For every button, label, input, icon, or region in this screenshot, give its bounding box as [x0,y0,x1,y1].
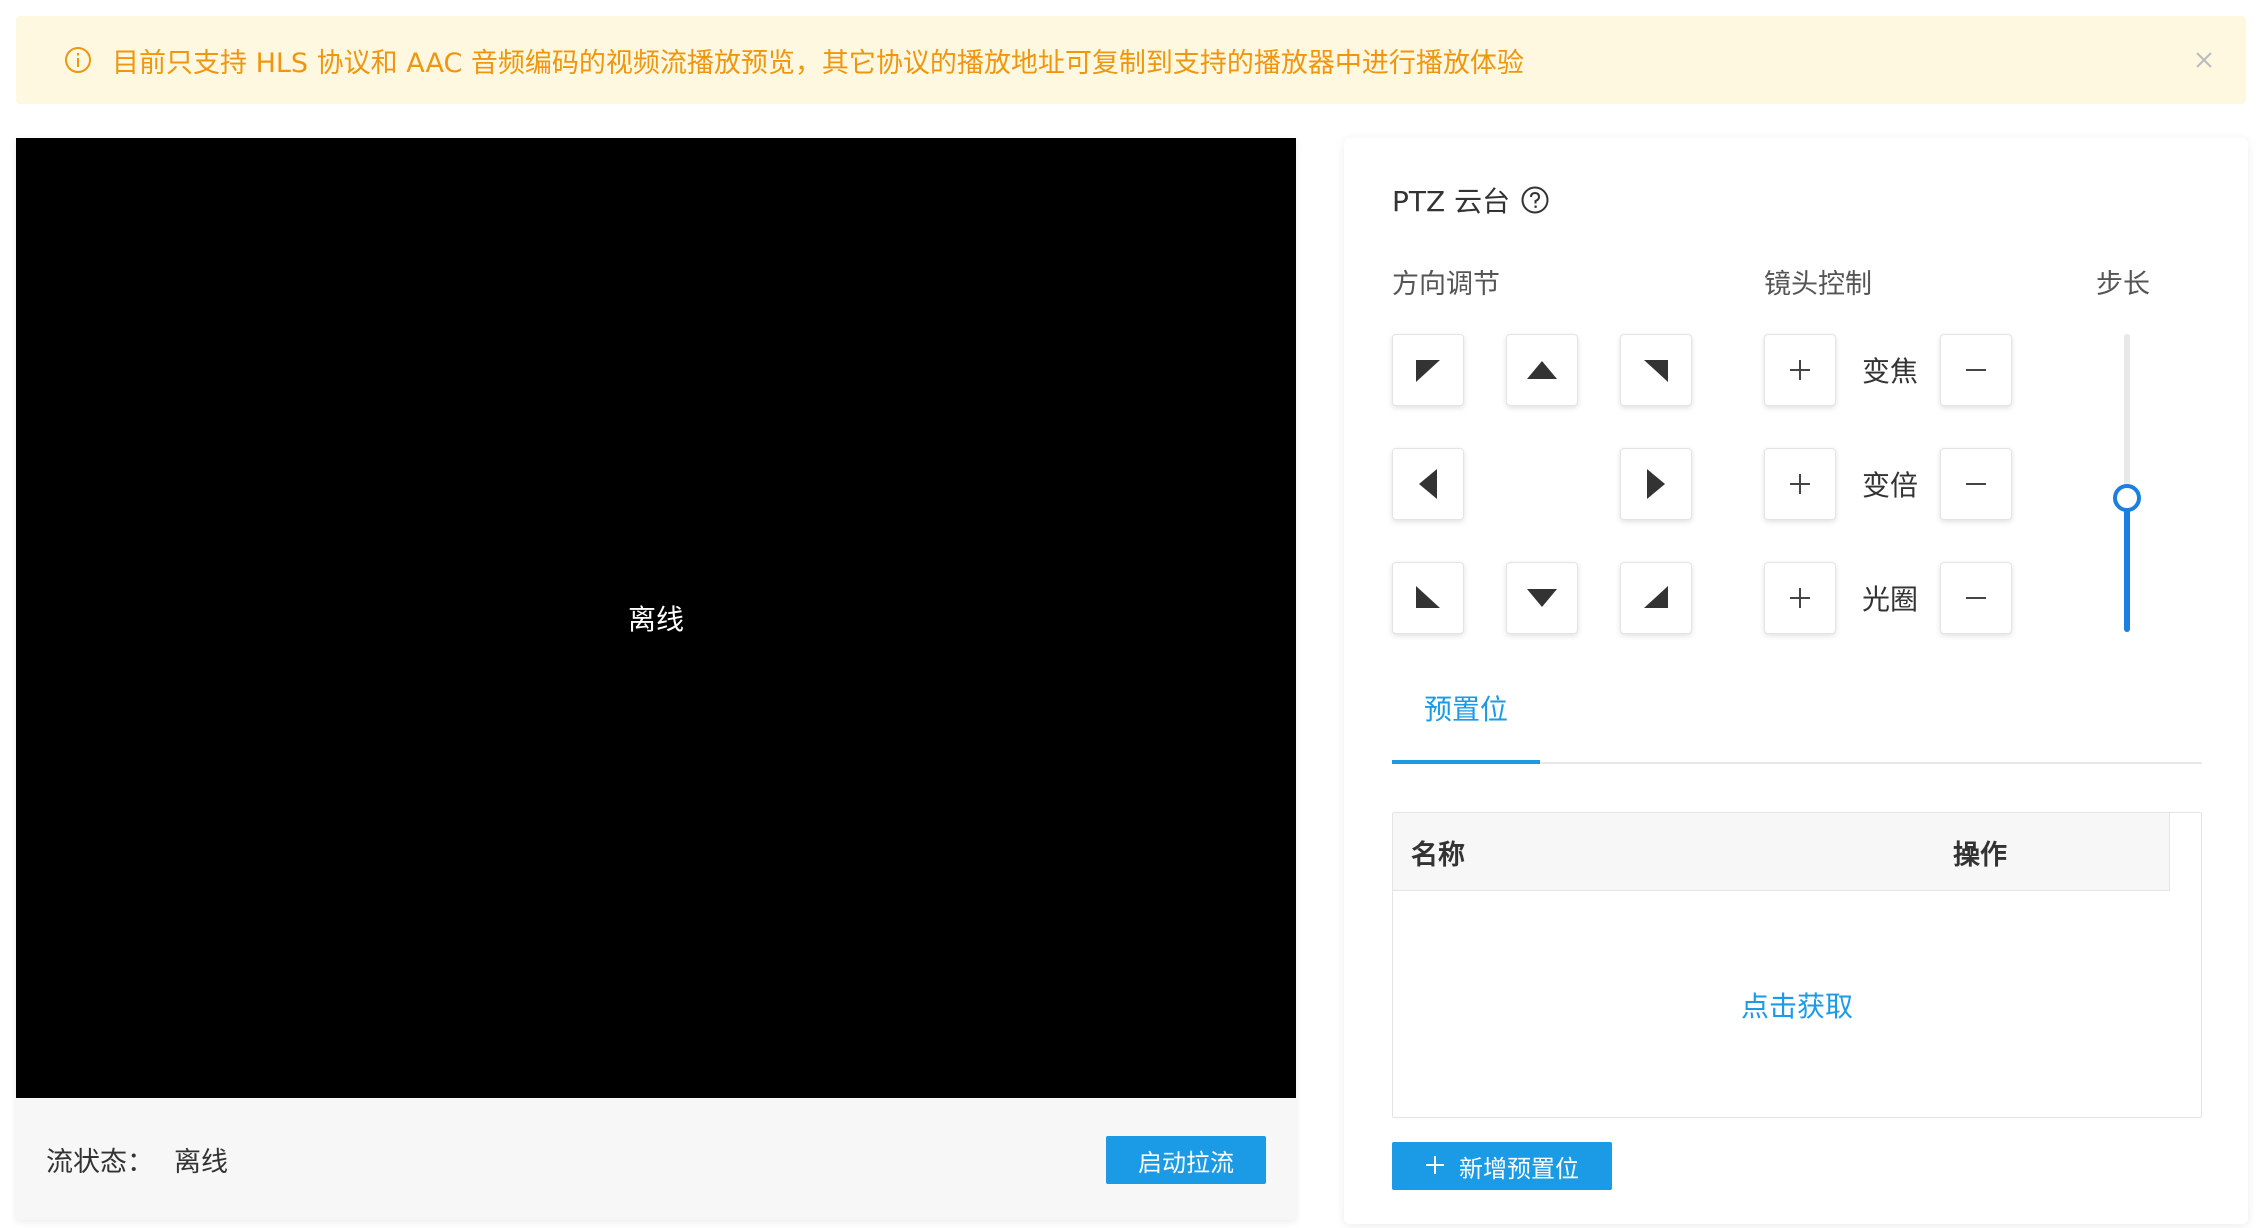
arrow-down-right-icon [1641,583,1671,613]
column-header-actions: 操作 [1953,839,2007,871]
video-player[interactable]: 离线 [16,138,1296,1098]
ptz-title-text: PTZ 云台 [1392,185,1511,218]
arrow-up-right-icon [1641,355,1671,385]
ptz-right-button[interactable] [1620,448,1692,520]
direction-section-label: 方向调节 [1392,269,1500,300]
iris-minus-button[interactable] [1940,562,2012,634]
ptz-down-button[interactable] [1506,562,1578,634]
ptz-up-right-button[interactable] [1620,334,1692,406]
alert-banner: 目前只支持 HLS 协议和 AAC 音频编码的视频流播放预览，其它协议的播放地址… [16,16,2246,104]
ptz-down-right-button[interactable] [1620,562,1692,634]
table-header: 名称 操作 [1393,813,2201,891]
magnify-minus-button[interactable] [1940,448,2012,520]
arrow-right-icon [1645,467,1667,501]
plus-icon [1788,472,1812,496]
ptz-up-button[interactable] [1506,334,1578,406]
question-circle-icon[interactable] [1520,185,1550,215]
lens-label-zoom: 变焦 [1861,355,1918,388]
arrow-down-left-icon [1413,583,1443,613]
ptz-down-left-button[interactable] [1392,562,1464,634]
arrow-left-icon [1417,467,1439,501]
lens-section-label: 镜头控制 [1764,269,1872,300]
column-header-name: 名称 [1411,839,1465,871]
start-stream-button[interactable]: 启动拉流 [1106,1136,1266,1184]
alert-message: 目前只支持 HLS 协议和 AAC 音频编码的视频流播放预览，其它协议的播放地址… [112,47,1524,79]
zoom-plus-button[interactable] [1764,334,1836,406]
minus-icon [1964,472,1988,496]
step-slider-fill [2124,497,2130,632]
arrow-up-left-icon [1413,355,1443,385]
video-footer: 流状态： 离线 启动拉流 [16,1098,1296,1220]
arrow-down-icon [1525,587,1559,609]
add-preset-label: 新增预置位 [1459,1154,1579,1183]
stream-status-label: 流状态： [46,1146,154,1178]
step-section-label: 步长 [2096,269,2150,300]
arrow-up-icon [1525,359,1559,381]
lens-label-magnify: 变倍 [1861,469,1918,502]
minus-icon [1964,358,1988,382]
step-slider-thumb[interactable] [2113,483,2141,512]
video-offline-text: 离线 [627,603,684,636]
step-slider[interactable] [2113,334,2141,632]
stream-status-value: 离线 [174,1146,228,1178]
ptz-panel: PTZ 云台 方向调节 镜头控制 步长 变焦 变倍 光圈 预置位 名称 操作 点… [1344,138,2248,1224]
iris-plus-button[interactable] [1764,562,1836,634]
ptz-title: PTZ 云台 [1392,180,1550,220]
minus-icon [1964,586,1988,610]
close-icon[interactable] [2190,46,2218,74]
magnify-plus-button[interactable] [1764,448,1836,520]
stream-status: 流状态： 离线 [46,1098,228,1220]
tab-presets[interactable]: 预置位 [1392,678,1540,738]
plus-icon [1425,1151,1445,1181]
add-preset-button[interactable]: 新增预置位 [1392,1142,1612,1190]
plus-icon [1788,358,1812,382]
video-panel: 离线 流状态： 离线 启动拉流 [16,138,1296,1220]
info-circle-icon [64,46,92,74]
zoom-minus-button[interactable] [1940,334,2012,406]
tab-active-indicator [1392,760,1540,764]
ptz-left-button[interactable] [1392,448,1464,520]
table-header-scroll-gutter [2169,813,2201,891]
fetch-presets-link[interactable]: 点击获取 [1393,891,2201,1119]
ptz-up-left-button[interactable] [1392,334,1464,406]
preset-table: 名称 操作 点击获取 [1392,812,2202,1118]
plus-icon [1788,586,1812,610]
lens-label-iris: 光圈 [1861,583,1918,616]
